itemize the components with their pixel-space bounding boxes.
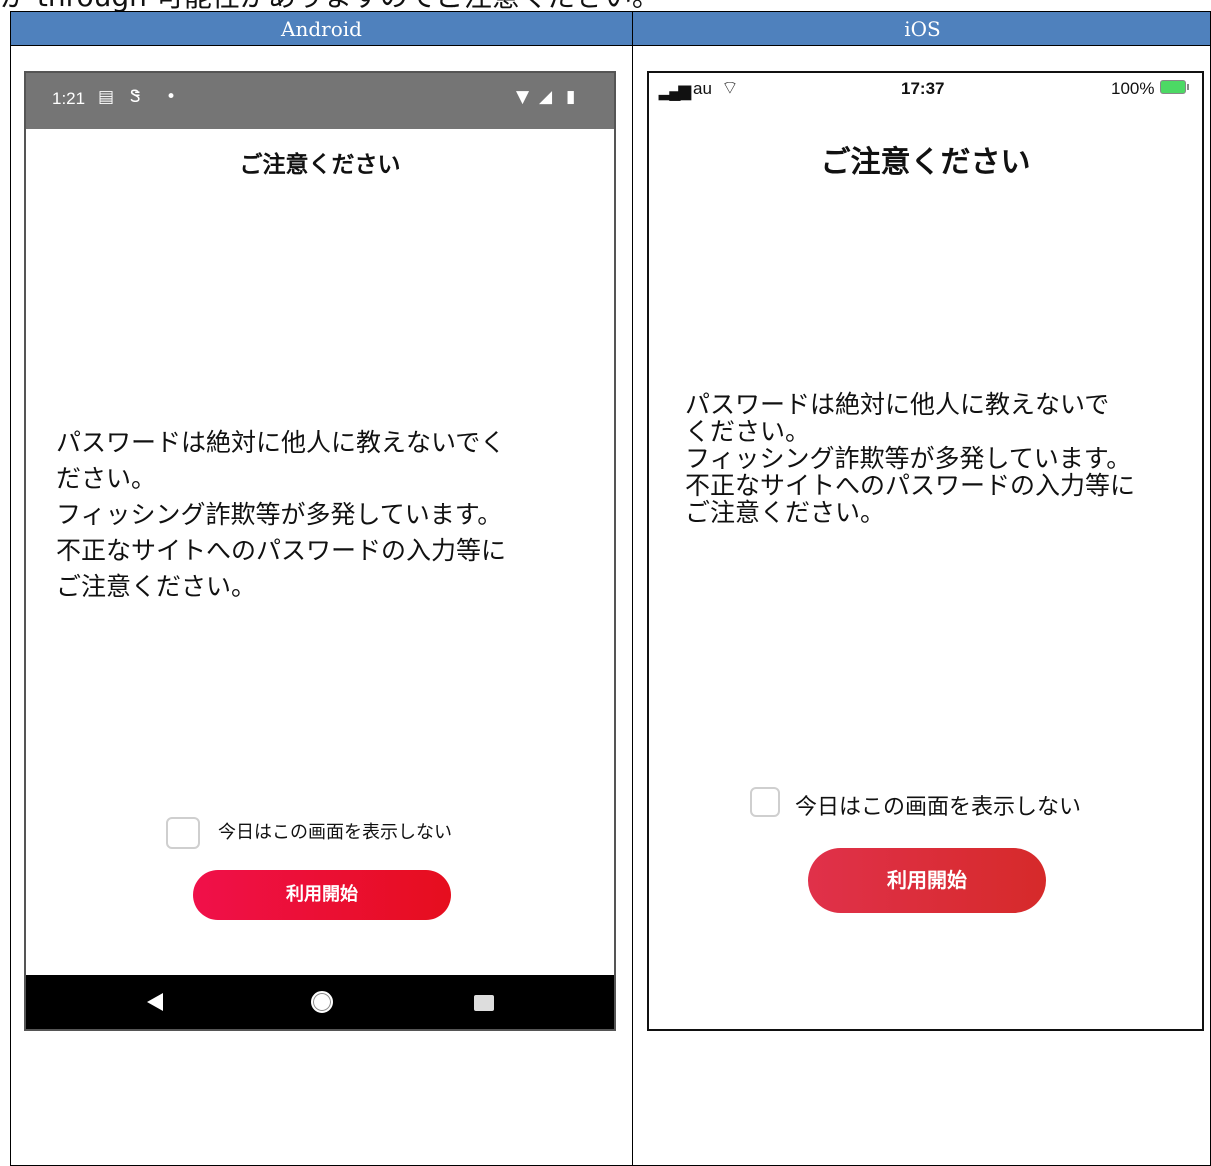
message-line: 不正なサイトへのパスワードの入力等に: [685, 471, 1136, 500]
back-icon[interactable]: [147, 993, 163, 1011]
ios-title: ご注意ください: [820, 145, 1031, 180]
recents-icon[interactable]: [474, 995, 494, 1011]
android-dont-show-checkbox[interactable]: [166, 817, 200, 849]
sync-icon: Ꮥ: [130, 87, 141, 107]
message-line: フィッシング詐欺等が多発しています。: [56, 500, 503, 529]
android-start-button[interactable]: 利用開始: [193, 870, 451, 920]
android-status-bar: 1:21 ▤ Ꮥ • ▼ ◢ ▮: [26, 73, 614, 129]
battery-percent: 100%: [1111, 79, 1155, 98]
notification-icon: ▤: [98, 87, 115, 107]
message-line: ください。: [685, 417, 811, 446]
message-line: ご注意ください。: [685, 498, 886, 527]
ios-dont-show-checkbox[interactable]: [750, 787, 780, 817]
header-android: Android: [281, 17, 362, 41]
message-line: フィッシング詐欺等が多発しています。: [685, 444, 1132, 473]
carrier-label: au: [693, 79, 712, 98]
ios-screenshot: ▂▄▆ au ⌔ 17:37 100% ご注意ください パスワードは絶対に他人に…: [647, 71, 1204, 1031]
ios-start-button[interactable]: 利用開始: [808, 848, 1046, 913]
ios-status-bar: ▂▄▆ au ⌔ 17:37 100%: [649, 73, 1202, 107]
ios-checkbox-label: 今日はこの画面を表示しない: [795, 795, 1082, 820]
home-icon[interactable]: [311, 991, 333, 1013]
message-line: パスワードは絶対に他人に教えないでく: [56, 428, 506, 457]
battery-icon: [1160, 80, 1186, 94]
android-title: ご注意ください: [239, 152, 401, 178]
wifi-icon: ⌔: [721, 78, 739, 99]
column-divider: [632, 12, 633, 1165]
message-line: 不正なサイトへのパスワードの入力等に: [56, 536, 507, 565]
message-line: ださい。: [56, 464, 157, 493]
android-nav-bar: [26, 975, 614, 1029]
signal-icon: ▂▄▆: [659, 83, 691, 100]
battery-tip: [1187, 84, 1189, 90]
header-ios: iOS: [904, 17, 941, 41]
android-message: パスワードは絶対に他人に教えないでく ださい。 フィッシング詐欺等が多発していま…: [56, 425, 596, 605]
status-time: 17:37: [901, 79, 945, 98]
status-time: 1:21: [52, 89, 86, 108]
battery-icon: ▮: [566, 87, 576, 107]
android-screenshot: 1:21 ▤ Ꮥ • ▼ ◢ ▮ ご注意ください パスワードは絶対に他人に教えな…: [24, 71, 616, 1031]
message-line: ご注意ください。: [56, 572, 257, 601]
dot-icon: •: [166, 87, 177, 107]
message-line: パスワードは絶対に他人に教えないで: [685, 390, 1110, 419]
signal-icon: ◢: [539, 87, 553, 107]
android-checkbox-label: 今日はこの画面を表示しない: [218, 822, 452, 843]
ios-message: パスワードは絶対に他人に教えないで ください。 フィッシング詐欺等が多発していま…: [685, 391, 1135, 526]
wifi-icon: ▼: [516, 87, 530, 107]
table-header-row: Android iOS: [11, 12, 1210, 46]
